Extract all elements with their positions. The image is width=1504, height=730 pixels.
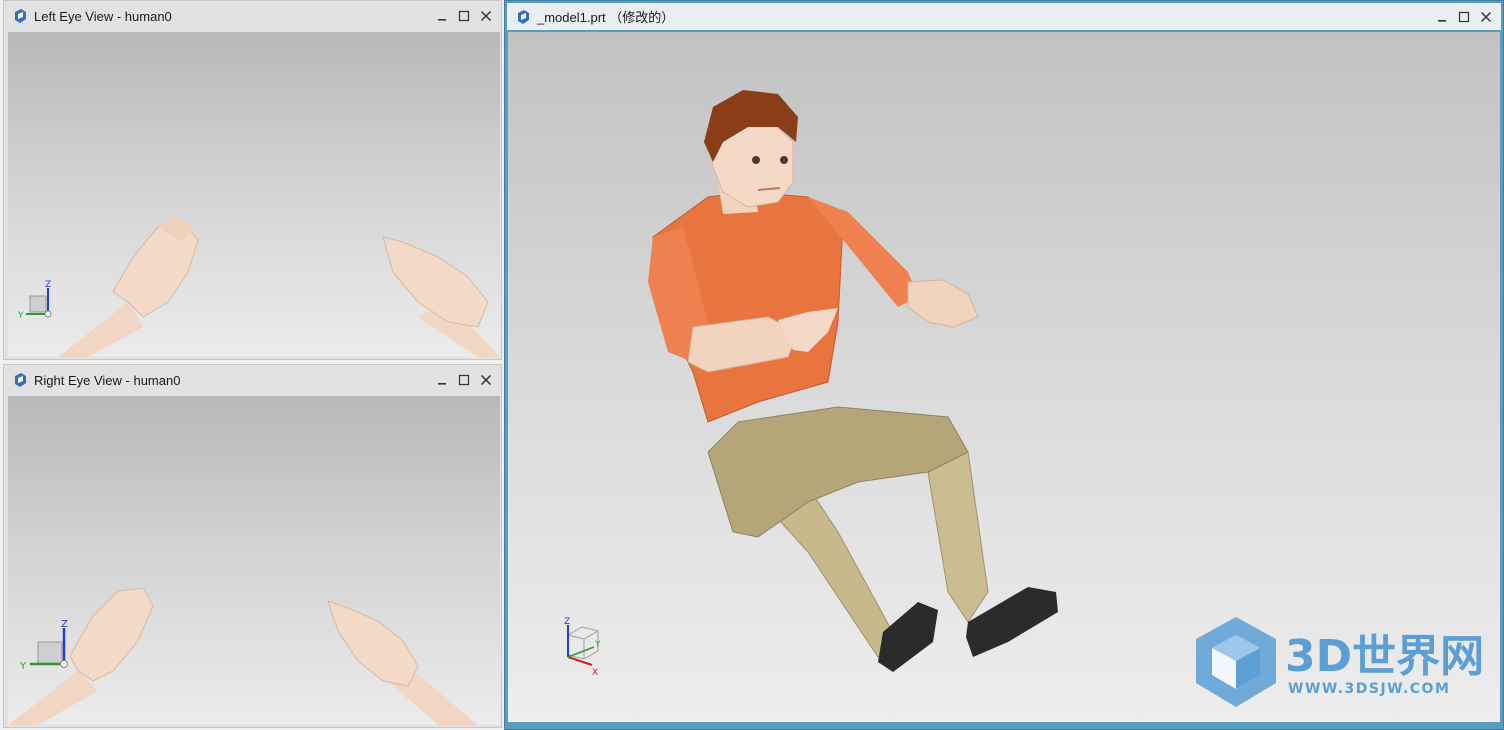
model-viewport[interactable]: Z Y X 3D世界网 WWW.3DSJW.COM	[508, 32, 1500, 722]
z-axis-label: Z	[61, 619, 68, 630]
axis-triad: Z Y	[17, 280, 52, 320]
minimize-button[interactable]	[1431, 6, 1453, 28]
minimize-icon	[438, 383, 446, 385]
watermark: 3D世界网 WWW.3DSJW.COM	[1190, 613, 1490, 718]
maximize-button[interactable]	[453, 5, 475, 27]
y-axis-label: Y	[594, 640, 601, 650]
left-eye-viewport[interactable]: Z Y	[8, 32, 500, 357]
hands-scene	[8, 587, 478, 725]
window-title: _model1.prt （修改的）	[537, 10, 675, 25]
window-title: Left Eye View - human0	[34, 8, 172, 24]
maximize-icon	[458, 374, 470, 386]
close-icon	[1480, 11, 1492, 22]
watermark-url-text: WWW.3DSJW.COM	[1288, 681, 1450, 697]
hands-scene	[58, 217, 500, 357]
window-title: Right Eye View - human0	[34, 372, 181, 388]
maximize-icon	[458, 10, 470, 22]
nx-app-icon	[518, 9, 529, 24]
model-titlebar[interactable]: _model1.prt （修改的）	[507, 3, 1501, 30]
minimize-button[interactable]	[431, 369, 453, 391]
nx-app-icon	[15, 9, 26, 23]
axis-triad: Z Y	[19, 619, 68, 672]
y-axis-label: Y	[17, 311, 24, 320]
3dsjw-logo: 3D世界网 WWW.3DSJW.COM	[1196, 617, 1484, 707]
maximize-button[interactable]	[1453, 6, 1475, 28]
right-eye-viewport[interactable]: Z Y	[8, 396, 500, 725]
close-icon	[480, 10, 492, 22]
left-eye-view-window[interactable]: Left Eye View - human0 Z Y	[3, 0, 502, 360]
x-axis-label: X	[592, 668, 598, 677]
z-axis-label: Z	[45, 280, 51, 290]
close-button[interactable]	[1475, 6, 1497, 28]
right-eye-view-window[interactable]: Right Eye View - human0 Z Y	[3, 364, 502, 728]
maximize-icon	[1458, 11, 1470, 22]
axis-triad: Z Y X	[564, 617, 601, 677]
right-eye-titlebar[interactable]: Right Eye View - human0	[4, 365, 501, 395]
close-icon	[480, 374, 492, 386]
close-button[interactable]	[475, 5, 497, 27]
model-window[interactable]: _model1.prt （修改的） Z Y X 3D世界网 WWW.3DSJW.…	[504, 0, 1504, 730]
minimize-icon	[438, 19, 446, 21]
maximize-button[interactable]	[453, 369, 475, 391]
nx-app-icon	[15, 373, 26, 387]
y-axis-label: Y	[19, 661, 27, 672]
left-eye-titlebar[interactable]: Left Eye View - human0	[4, 1, 501, 31]
close-button[interactable]	[475, 369, 497, 391]
minimize-icon	[1438, 19, 1446, 22]
z-axis-label: Z	[564, 617, 570, 627]
watermark-logo-text: 3D世界网	[1285, 631, 1484, 682]
minimize-button[interactable]	[431, 5, 453, 27]
